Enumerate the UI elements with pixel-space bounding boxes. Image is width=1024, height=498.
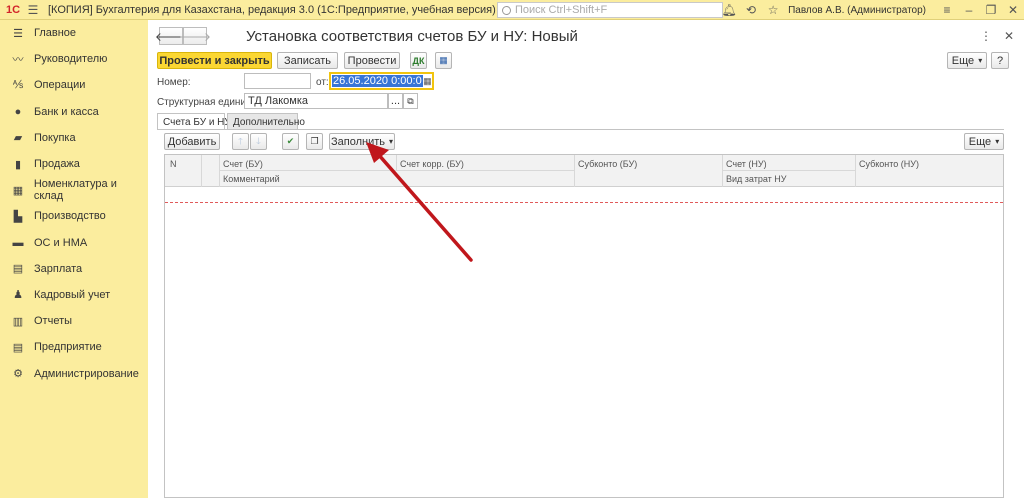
forward-button[interactable]: 🡒 bbox=[179, 27, 211, 45]
add-row-button[interactable]: Добавить bbox=[164, 133, 220, 150]
open-icon: ⧉ bbox=[407, 95, 414, 106]
calendar-icon[interactable]: ▦ bbox=[423, 75, 432, 87]
tab-accounts[interactable]: Счета БУ и НУ bbox=[157, 113, 231, 130]
col-comment[interactable]: Комментарий bbox=[223, 174, 280, 184]
close-icon[interactable]: ✕ bbox=[1002, 3, 1024, 17]
date-input[interactable]: 26.05.2020 0:00:0 ▦ bbox=[329, 72, 434, 90]
empty-row-marker bbox=[165, 202, 1003, 203]
sidebar-item-reports[interactable]: ▥ Отчеты bbox=[0, 308, 148, 334]
sidebar-item-admin[interactable]: ⚙ Администрирование bbox=[0, 360, 148, 386]
purchase-icon: ▰ bbox=[13, 132, 23, 145]
sidebar-item-assets[interactable]: ▬ ОС и НМА bbox=[0, 230, 148, 256]
star-icon[interactable]: ☆ bbox=[762, 3, 784, 17]
salary-icon: ▤ bbox=[12, 263, 24, 276]
tab-additional[interactable]: Дополнительно bbox=[227, 113, 305, 130]
structure-icon: ▦ bbox=[439, 55, 448, 65]
unit-open-button[interactable]: ⧉ bbox=[403, 93, 418, 109]
date-label: от: bbox=[316, 77, 329, 88]
copy-button[interactable]: ❐ bbox=[306, 133, 323, 150]
sale-icon: ▮ bbox=[14, 158, 22, 171]
sidebar-item-warehouse[interactable]: ▦ Номенклатура и склад bbox=[0, 177, 148, 203]
history-icon[interactable]: ⟲ bbox=[740, 3, 762, 17]
sidebar-item-production[interactable]: ▙ Производство bbox=[0, 203, 148, 229]
tab-divider bbox=[157, 129, 1004, 130]
more-vertical-icon[interactable]: ⋮ bbox=[980, 29, 992, 43]
posting-report-button[interactable]: ДК bbox=[410, 52, 427, 69]
check-all-button[interactable]: ✔ bbox=[282, 133, 299, 150]
sidebar-item-purchase[interactable]: ▰ Покупка bbox=[0, 125, 148, 151]
page-title: Установка соответствия счетов БУ и НУ: Н… bbox=[246, 28, 578, 45]
number-input[interactable] bbox=[244, 73, 311, 89]
col-corr-account-bu[interactable]: Счет корр. (БУ) bbox=[400, 159, 464, 169]
form-close-icon[interactable]: ✕ bbox=[1004, 29, 1014, 43]
check-icon: ✔ bbox=[286, 136, 295, 146]
reports-icon: ▥ bbox=[12, 315, 24, 328]
unit-select-button[interactable]: ... bbox=[388, 93, 403, 109]
copy-icon: ❐ bbox=[310, 136, 319, 146]
factory-icon: ▙ bbox=[13, 210, 23, 223]
app-logo-icon: 1С bbox=[5, 3, 21, 16]
enterprise-icon: ▤ bbox=[12, 341, 24, 354]
settings-menu-icon[interactable]: ≡ bbox=[936, 3, 958, 17]
restore-icon[interactable]: ❐ bbox=[980, 3, 1002, 17]
save-button[interactable]: Записать bbox=[277, 52, 338, 69]
col-n[interactable]: N bbox=[170, 159, 177, 169]
date-value: 26.05.2020 0:00:0 bbox=[332, 75, 423, 87]
warehouse-icon: ▦ bbox=[12, 184, 24, 197]
document-form: 🡐 🡒 Установка соответствия счетов БУ и Н… bbox=[148, 20, 1024, 498]
minimize-icon[interactable]: – bbox=[958, 3, 980, 17]
sidebar: ☰ Главное 〰 Руководителю ⅍ Операции ● Банк и… bbox=[0, 20, 148, 498]
operations-icon: ⅍ bbox=[12, 79, 24, 92]
title-bar: 1С ☰ [КОПИЯ] Бухгалтерия для Казахстана,… bbox=[0, 0, 1024, 20]
arrow-right-icon: 🡒 bbox=[178, 29, 212, 44]
move-up-button[interactable]: 🡑 bbox=[232, 133, 249, 150]
col-cost-type-nu[interactable]: Вид затрат НУ bbox=[726, 174, 787, 184]
arrow-up-icon: 🡑 bbox=[238, 135, 243, 146]
posting-report-icon: ДК bbox=[412, 55, 425, 66]
current-user[interactable]: Павлов А.В. (Администратор) bbox=[788, 5, 926, 16]
trend-icon: 〰 bbox=[12, 54, 24, 67]
sidebar-item-manager[interactable]: 〰 Руководителю bbox=[0, 46, 148, 72]
gear-icon: ⚙ bbox=[13, 368, 23, 381]
help-button[interactable]: ? bbox=[991, 52, 1009, 69]
sidebar-item-salary[interactable]: ▤ Зарплата bbox=[0, 256, 148, 282]
sidebar-item-bank[interactable]: ● Банк и касса bbox=[0, 99, 148, 125]
sidebar-item-hr[interactable]: ♟ Кадровый учет bbox=[0, 282, 148, 308]
table-more-button[interactable]: Еще ▾ bbox=[964, 133, 1004, 150]
accounts-table[interactable]: N Счет (БУ) Комментарий Счет корр. (БУ) … bbox=[164, 154, 1004, 498]
sidebar-item-sale[interactable]: ▮ Продажа bbox=[0, 151, 148, 177]
menu-icon[interactable]: ☰ bbox=[24, 0, 42, 20]
chevron-down-icon: ▾ bbox=[978, 56, 983, 65]
chevron-down-icon: ▾ bbox=[389, 137, 394, 146]
bank-icon: ● bbox=[14, 105, 22, 118]
arrow-down-icon: 🡓 bbox=[256, 135, 261, 146]
sidebar-item-operations[interactable]: ⅍ Операции bbox=[0, 72, 148, 98]
col-account-nu[interactable]: Счет (НУ) bbox=[726, 159, 767, 169]
col-subconto-nu[interactable]: Субконто (НУ) bbox=[859, 159, 919, 169]
bell-icon[interactable]: 🔔︎ bbox=[718, 3, 740, 17]
col-subconto-bu[interactable]: Субконто (БУ) bbox=[578, 159, 637, 169]
number-label: Номер: bbox=[157, 77, 191, 88]
post-button[interactable]: Провести bbox=[344, 52, 400, 69]
people-icon: ♟ bbox=[13, 289, 23, 302]
search-input[interactable]: Поиск Ctrl+Shift+F bbox=[497, 2, 723, 18]
more-button[interactable]: Еще ▾ bbox=[947, 52, 987, 69]
fill-button[interactable]: Заполнить ▾ bbox=[329, 133, 395, 150]
unit-input[interactable]: ТД Лакомка bbox=[244, 93, 388, 109]
move-down-button[interactable]: 🡓 bbox=[250, 133, 267, 150]
chevron-down-icon: ▾ bbox=[995, 137, 1000, 146]
window-title: [КОПИЯ] Бухгалтерия для Казахстана, реда… bbox=[48, 3, 496, 16]
truck-icon: ▬ bbox=[12, 236, 24, 249]
col-account-bu[interactable]: Счет (БУ) bbox=[223, 159, 263, 169]
structure-button[interactable]: ▦ bbox=[435, 52, 452, 69]
table-header: N Счет (БУ) Комментарий Счет корр. (БУ) … bbox=[165, 155, 1003, 187]
search-placeholder: Поиск Ctrl+Shift+F bbox=[515, 4, 608, 16]
post-close-button[interactable]: Провести и закрыть bbox=[157, 52, 272, 69]
search-icon bbox=[502, 5, 511, 15]
menu-icon: ☰ bbox=[13, 27, 23, 40]
sidebar-item-main[interactable]: ☰ Главное bbox=[0, 20, 148, 46]
sidebar-item-enterprise[interactable]: ▤ Предприятие bbox=[0, 334, 148, 360]
